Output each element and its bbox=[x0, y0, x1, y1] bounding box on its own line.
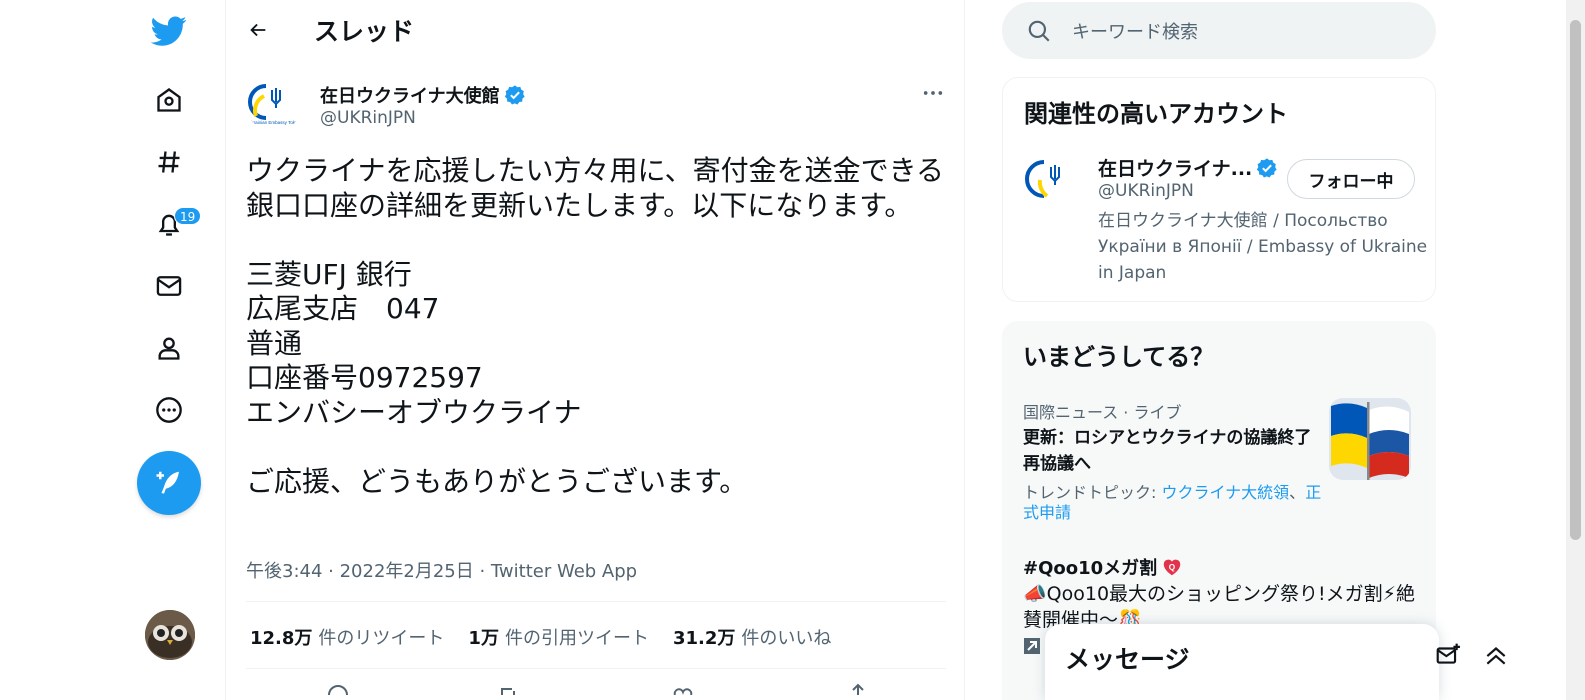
left-nav: 19 bbox=[130, 0, 225, 700]
quote-tweets-stat[interactable]: 1万 件の引用ツイート bbox=[468, 624, 649, 650]
share-icon[interactable] bbox=[846, 680, 886, 700]
explore-hashtag-icon[interactable] bbox=[144, 137, 194, 187]
messages-drawer[interactable]: メッセージ bbox=[1045, 624, 1506, 700]
trend-headline[interactable]: 更新：ロシアとウクライナの協議終了 再協議へ bbox=[1023, 425, 1313, 477]
scrollbar-thumb[interactable] bbox=[1570, 20, 1581, 540]
page-title: スレッド bbox=[314, 17, 415, 46]
main-column: スレッド Ukrainian Embassy Tokyo 在日ウクライナ大使館 … bbox=[225, 0, 965, 700]
verified-badge-icon bbox=[1256, 157, 1278, 179]
messages-mail-icon[interactable] bbox=[144, 261, 194, 311]
whats-happening-title: いまどうしてる？ bbox=[1023, 343, 1215, 371]
trend-flags-image[interactable] bbox=[1329, 398, 1411, 480]
back-arrow-icon[interactable] bbox=[240, 12, 276, 48]
profile-icon[interactable] bbox=[144, 323, 194, 373]
notifications-badge: 19 bbox=[174, 207, 202, 225]
account-avatar[interactable] bbox=[145, 610, 195, 660]
retweets-stat[interactable]: 12.8万 件のリツイート bbox=[250, 624, 444, 650]
related-account-handle[interactable]: @UKRinJPN bbox=[1098, 181, 1194, 201]
related-account-avatar[interactable] bbox=[1023, 152, 1081, 210]
new-message-icon[interactable] bbox=[1435, 642, 1465, 672]
heart-q-emoji-icon: Q bbox=[1163, 559, 1181, 576]
likes-label: 件のいいね bbox=[741, 628, 832, 649]
reply-icon[interactable] bbox=[326, 680, 366, 700]
promoted-arrow-icon bbox=[1023, 637, 1041, 655]
more-dots-icon[interactable] bbox=[916, 78, 950, 108]
quotes-count: 1万 bbox=[468, 628, 499, 649]
author-name-text: 在日ウクライナ大使館 bbox=[320, 86, 500, 107]
related-account-name-text: 在日ウクライナ... bbox=[1098, 158, 1253, 180]
home-icon[interactable] bbox=[144, 75, 194, 125]
search-bar[interactable]: キーワード検索 bbox=[1002, 2, 1436, 59]
search-icon bbox=[1028, 20, 1050, 42]
svg-text:Ukrainian Embassy Tokyo: Ukrainian Embassy Tokyo bbox=[248, 120, 300, 125]
promoted-trend[interactable]: #Qoo10メガ割 Q bbox=[1023, 554, 1183, 580]
notifications-bell-icon[interactable]: 19 bbox=[144, 199, 202, 249]
quotes-label: 件の引用ツイート bbox=[504, 628, 649, 649]
messages-title: メッセージ bbox=[1065, 645, 1190, 674]
retweets-label: 件のリツイート bbox=[318, 628, 445, 649]
promoted-trend-title: #Qoo10メガ割 bbox=[1023, 558, 1158, 579]
divider bbox=[246, 668, 946, 669]
verified-badge-icon bbox=[504, 84, 526, 106]
trend-topic-link[interactable]: ウクライナ大統領 bbox=[1161, 483, 1289, 502]
trend-topics: トレンドトピック: ウクライナ大統領、正式申請 bbox=[1023, 483, 1323, 523]
author-name[interactable]: 在日ウクライナ大使館 bbox=[320, 82, 526, 108]
trend-topic-separator: 、 bbox=[1289, 483, 1306, 502]
following-button[interactable]: フォロー中 bbox=[1287, 159, 1415, 199]
more-options-icon[interactable] bbox=[144, 385, 194, 435]
like-heart-icon[interactable] bbox=[671, 680, 711, 700]
trend-category: 国際ニュース · ライブ bbox=[1023, 403, 1182, 422]
expand-chevron-up-icon[interactable] bbox=[1483, 642, 1513, 672]
retweet-icon[interactable] bbox=[496, 680, 536, 700]
related-account-bio: 在日ウクライナ大使館 / Посольство України в Японії… bbox=[1098, 211, 1428, 283]
page-scrollbar[interactable] bbox=[1566, 0, 1585, 700]
search-input[interactable]: キーワード検索 bbox=[1072, 18, 1198, 44]
tweet-stats: 12.8万 件のリツイート 1万 件の引用ツイート 31.2万 件のいいね bbox=[250, 624, 831, 650]
likes-count: 31.2万 bbox=[672, 628, 736, 649]
tweet-timestamp-source[interactable]: 午後3:44 · 2022年2月25日 · Twitter Web App bbox=[246, 557, 637, 583]
tweet-text: ウクライナを応援したい方々用に、寄付金を送金できる銀口口座の詳細を更新いたします… bbox=[246, 154, 945, 498]
author-handle[interactable]: @UKRinJPN bbox=[320, 108, 416, 128]
trend-topic-prefix: トレンドトピック: bbox=[1023, 483, 1162, 502]
compose-tweet-button[interactable] bbox=[137, 451, 201, 515]
twitter-logo-icon[interactable] bbox=[144, 6, 194, 56]
likes-stat[interactable]: 31.2万 件のいいね bbox=[673, 624, 831, 650]
retweets-count: 12.8万 bbox=[250, 628, 313, 649]
related-accounts-panel: 関連性の高いアカウント 在日ウクライナ... @UKRinJPN 在日ウクライナ… bbox=[1002, 77, 1436, 302]
feather-plus-icon bbox=[156, 471, 179, 494]
related-account-name[interactable]: 在日ウクライナ... bbox=[1098, 154, 1278, 181]
divider bbox=[246, 601, 946, 602]
author-avatar[interactable]: Ukrainian Embassy Tokyo bbox=[246, 76, 302, 132]
related-accounts-title: 関連性の高いアカウント bbox=[1024, 100, 1288, 128]
svg-text:Q: Q bbox=[1169, 563, 1176, 572]
thread-header: スレッド bbox=[226, 0, 966, 60]
tweet-actions bbox=[246, 680, 946, 700]
